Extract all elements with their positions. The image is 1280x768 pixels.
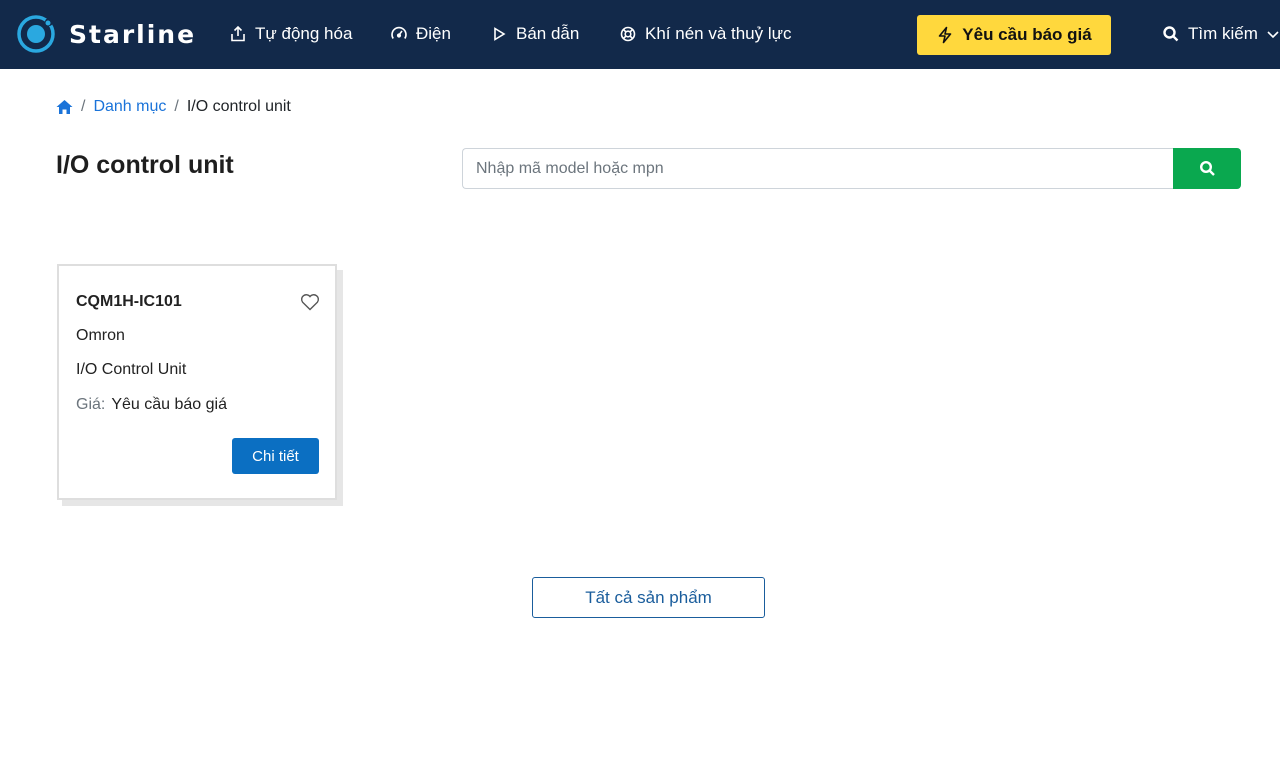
brand-logo-link[interactable]: Starline xyxy=(16,13,196,55)
nav-item-label: Điện xyxy=(416,24,451,43)
product-brand: Omron xyxy=(76,327,125,344)
model-search-button[interactable] xyxy=(1173,148,1241,189)
request-quote-button[interactable]: Yêu cầu báo giá xyxy=(917,15,1111,55)
heart-icon[interactable] xyxy=(300,293,320,311)
nav-item-label: Bán dẫn xyxy=(516,24,580,43)
page-title: I/O control unit xyxy=(56,151,234,179)
brand-name: Starline xyxy=(69,19,197,49)
search-icon xyxy=(1163,26,1179,42)
product-model: CQM1H-IC101 xyxy=(76,293,182,310)
breadcrumb: / Danh mục / I/O control unit xyxy=(56,97,291,117)
home-icon[interactable] xyxy=(56,99,73,115)
nav-item-electric[interactable]: Điện xyxy=(390,22,451,46)
price-label: Giá: xyxy=(76,396,106,413)
nav-item-pneumatic-hydraulic[interactable]: Khí nén và thuỷ lực xyxy=(619,22,792,46)
breadcrumb-category-link[interactable]: Danh mục xyxy=(93,98,166,116)
nav-item-semiconductor[interactable]: Bán dẫn xyxy=(490,22,579,46)
product-type: I/O Control Unit xyxy=(76,361,187,378)
nav-item-automation[interactable]: Tự động hóa xyxy=(229,22,352,46)
product-price: Giá: Yêu cầu báo giá xyxy=(76,396,227,414)
request-quote-label: Yêu cầu báo giá xyxy=(962,25,1092,44)
upload-icon xyxy=(231,25,245,42)
nav-item-label: Tự động hóa xyxy=(255,24,353,43)
search-menu-toggle[interactable]: Tìm kiếm xyxy=(1162,22,1280,46)
model-search-form xyxy=(462,148,1241,189)
breadcrumb-separator: / xyxy=(174,98,179,115)
search-icon xyxy=(1199,160,1215,176)
price-value: Yêu cầu báo giá xyxy=(111,396,227,413)
model-search-input[interactable] xyxy=(462,148,1173,189)
chevron-down-icon xyxy=(1267,31,1279,39)
gauge-icon xyxy=(391,26,407,39)
top-navbar: Starline Tự động hóa Điện Bán dẫn Khí né… xyxy=(0,0,1280,69)
starline-logo-icon xyxy=(17,15,55,53)
search-menu-label: Tìm kiếm xyxy=(1188,24,1258,43)
product-card: CQM1H-IC101 Omron I/O Control Unit Giá: Y… xyxy=(57,264,337,500)
nav-item-label: Khí nén và thuỷ lực xyxy=(645,24,792,43)
breadcrumb-separator: / xyxy=(81,98,86,115)
lightning-icon xyxy=(938,26,952,44)
play-icon xyxy=(494,27,506,41)
lifebuoy-icon xyxy=(620,26,636,42)
breadcrumb-current: I/O control unit xyxy=(186,98,291,115)
product-detail-button[interactable]: Chi tiết xyxy=(232,438,319,474)
all-products-button[interactable]: Tất cả sản phẩm xyxy=(532,577,765,618)
